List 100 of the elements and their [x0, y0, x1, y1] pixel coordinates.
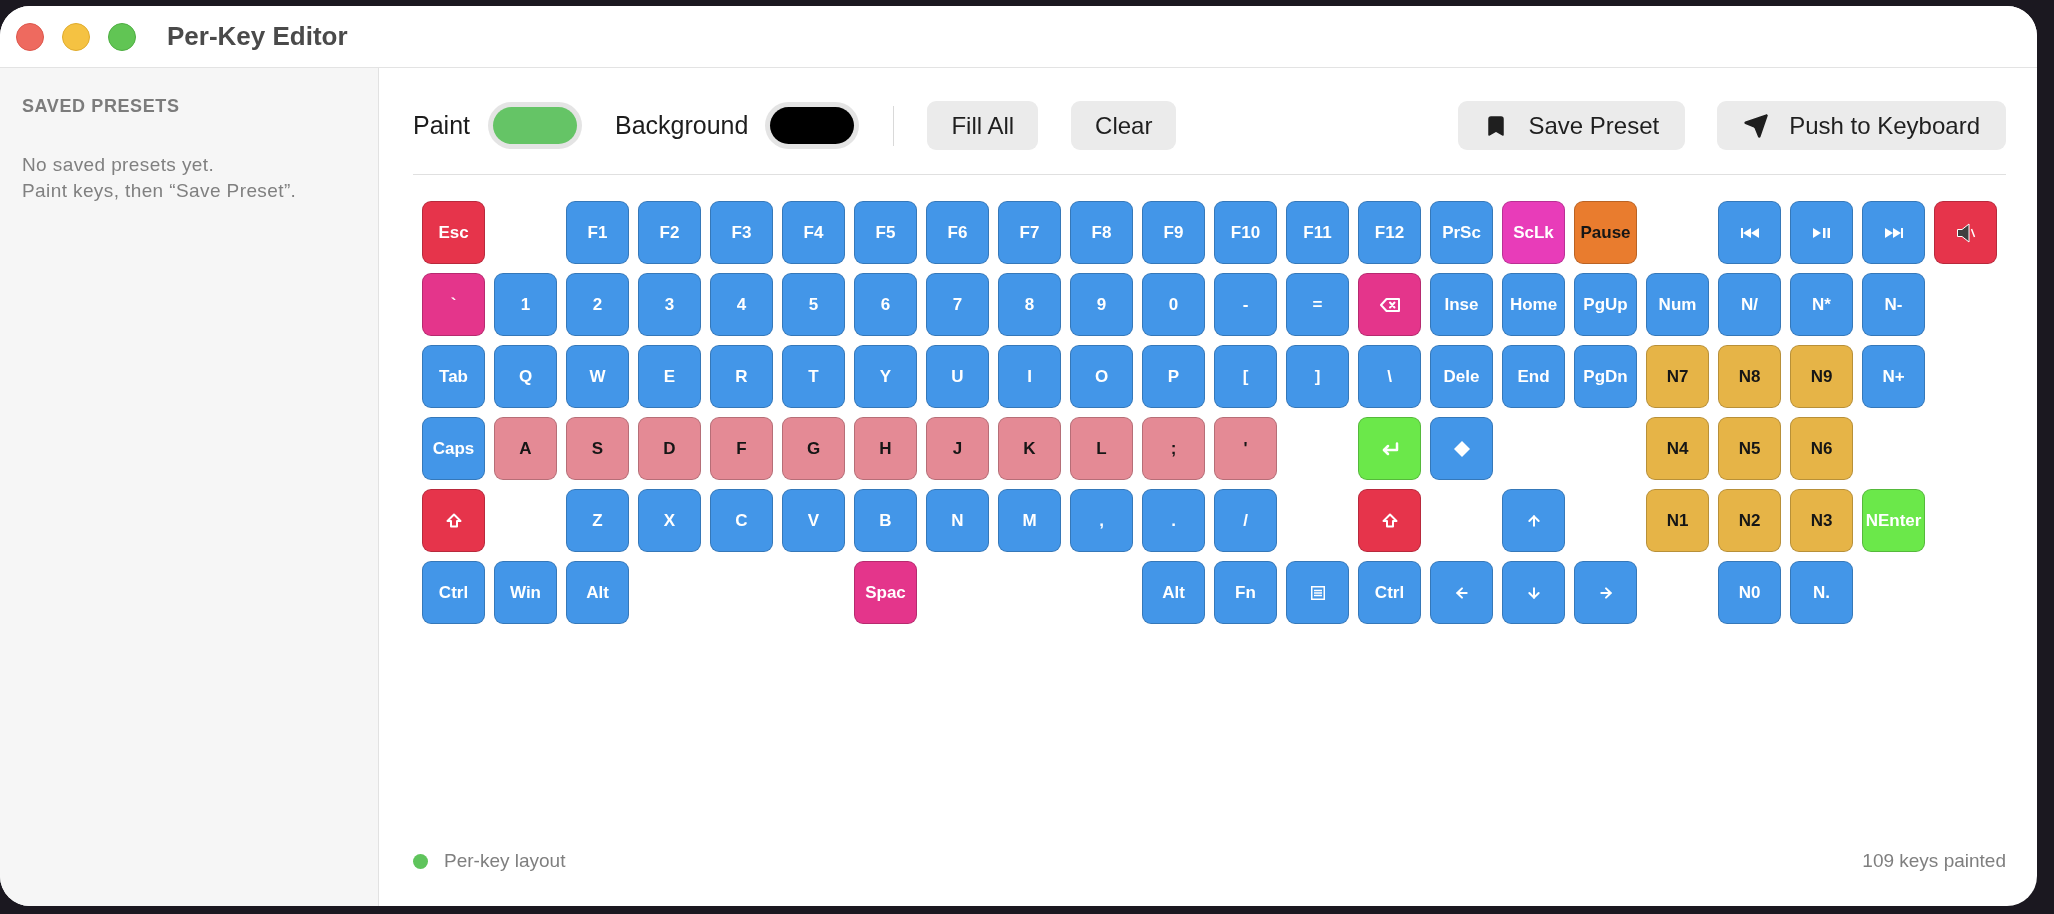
keyboard-key[interactable]: H [854, 417, 917, 480]
keyboard-key[interactable] [1358, 489, 1421, 552]
keyboard-key[interactable]: P [1142, 345, 1205, 408]
keyboard-key[interactable]: N5 [1718, 417, 1781, 480]
keyboard-key[interactable]: Fn [1214, 561, 1277, 624]
keyboard-key[interactable]: N3 [1790, 489, 1853, 552]
keyboard-key[interactable]: Spac [854, 561, 917, 624]
keyboard-key[interactable]: F5 [854, 201, 917, 264]
keyboard-key[interactable]: Win [494, 561, 557, 624]
keyboard-key[interactable]: ` [422, 273, 485, 336]
keyboard-key[interactable] [1358, 273, 1421, 336]
keyboard-key[interactable]: N6 [1790, 417, 1853, 480]
keyboard-key[interactable]: N2 [1718, 489, 1781, 552]
keyboard-key[interactable]: T [782, 345, 845, 408]
keyboard-key[interactable]: N/ [1718, 273, 1781, 336]
keyboard-key[interactable]: F6 [926, 201, 989, 264]
keyboard-key[interactable]: F2 [638, 201, 701, 264]
keyboard-key[interactable]: X [638, 489, 701, 552]
keyboard-key[interactable]: C [710, 489, 773, 552]
keyboard-key[interactable]: U [926, 345, 989, 408]
keyboard-key[interactable] [1718, 201, 1781, 264]
toolbar-button[interactable]: Fill All [927, 101, 1039, 150]
keyboard-key[interactable]: Num [1646, 273, 1709, 336]
keyboard-key[interactable] [1502, 561, 1565, 624]
keyboard-key[interactable]: M [998, 489, 1061, 552]
keyboard-key[interactable]: Inse [1430, 273, 1493, 336]
keyboard-key[interactable]: F11 [1286, 201, 1349, 264]
keyboard-key[interactable]: N+ [1862, 345, 1925, 408]
keyboard-key[interactable]: 5 [782, 273, 845, 336]
keyboard-key[interactable]: F7 [998, 201, 1061, 264]
keyboard-key[interactable]: A [494, 417, 557, 480]
keyboard-key[interactable]: F10 [1214, 201, 1277, 264]
keyboard-key[interactable]: F8 [1070, 201, 1133, 264]
keyboard-key[interactable]: ' [1214, 417, 1277, 480]
keyboard-key[interactable]: Home [1502, 273, 1565, 336]
keyboard-key[interactable]: G [782, 417, 845, 480]
keyboard-key[interactable]: ; [1142, 417, 1205, 480]
keyboard-key[interactable]: O [1070, 345, 1133, 408]
keyboard-key[interactable] [1286, 561, 1349, 624]
keyboard-key[interactable]: N* [1790, 273, 1853, 336]
keyboard-key[interactable]: = [1286, 273, 1349, 336]
keyboard-key[interactable]: 0 [1142, 273, 1205, 336]
keyboard-key[interactable]: N- [1862, 273, 1925, 336]
keyboard-key[interactable]: Dele [1430, 345, 1493, 408]
keyboard-key[interactable]: ] [1286, 345, 1349, 408]
keyboard-key[interactable]: 3 [638, 273, 701, 336]
keyboard-key[interactable]: I [998, 345, 1061, 408]
keyboard-key[interactable]: F [710, 417, 773, 480]
keyboard-key[interactable]: F1 [566, 201, 629, 264]
keyboard-key[interactable] [1934, 201, 1997, 264]
keyboard-key[interactable]: N8 [1718, 345, 1781, 408]
keyboard-key[interactable] [1502, 489, 1565, 552]
keyboard-key[interactable]: , [1070, 489, 1133, 552]
keyboard-key[interactable] [1862, 201, 1925, 264]
keyboard-key[interactable]: \ [1358, 345, 1421, 408]
keyboard-key[interactable]: Ctrl [422, 561, 485, 624]
toolbar-button[interactable]: Clear [1071, 101, 1177, 150]
keyboard-key[interactable] [422, 489, 485, 552]
keyboard-key[interactable]: Y [854, 345, 917, 408]
keyboard-key[interactable]: Alt [566, 561, 629, 624]
zoom-button[interactable] [108, 22, 136, 51]
keyboard-key[interactable]: N. [1790, 561, 1853, 624]
toolbar-button[interactable]: Push to Keyboard [1717, 101, 2006, 150]
keyboard-key[interactable]: 9 [1070, 273, 1133, 336]
keyboard-key[interactable]: Q [494, 345, 557, 408]
keyboard-key[interactable]: E [638, 345, 701, 408]
keyboard-key[interactable]: D [638, 417, 701, 480]
keyboard-key[interactable]: Esc [422, 201, 485, 264]
keyboard-key[interactable]: PrSc [1430, 201, 1493, 264]
keyboard-key[interactable]: NEnter [1862, 489, 1925, 552]
keyboard-key[interactable]: 7 [926, 273, 989, 336]
keyboard-key[interactable]: N4 [1646, 417, 1709, 480]
keyboard-key[interactable]: 6 [854, 273, 917, 336]
keyboard-key[interactable]: L [1070, 417, 1133, 480]
keyboard-key[interactable] [1574, 561, 1637, 624]
keyboard-key[interactable]: - [1214, 273, 1277, 336]
keyboard-key[interactable]: N [926, 489, 989, 552]
keyboard-key[interactable]: [ [1214, 345, 1277, 408]
keyboard-key[interactable]: Tab [422, 345, 485, 408]
keyboard-key[interactable]: Pause [1574, 201, 1637, 264]
keyboard-key[interactable]: ScLk [1502, 201, 1565, 264]
keyboard-key[interactable]: 8 [998, 273, 1061, 336]
keyboard-key[interactable]: Caps [422, 417, 485, 480]
keyboard-key[interactable]: J [926, 417, 989, 480]
keyboard-key[interactable]: . [1142, 489, 1205, 552]
keyboard-key[interactable]: B [854, 489, 917, 552]
keyboard-key[interactable]: K [998, 417, 1061, 480]
keyboard-key[interactable]: PgUp [1574, 273, 1637, 336]
keyboard-key[interactable]: N7 [1646, 345, 1709, 408]
keyboard-key[interactable]: F3 [710, 201, 773, 264]
keyboard-key[interactable]: F12 [1358, 201, 1421, 264]
keyboard-key[interactable] [1430, 417, 1493, 480]
keyboard-key[interactable]: V [782, 489, 845, 552]
keyboard-key[interactable] [1790, 201, 1853, 264]
keyboard-key[interactable]: W [566, 345, 629, 408]
keyboard-key[interactable]: N0 [1718, 561, 1781, 624]
keyboard-key[interactable]: F9 [1142, 201, 1205, 264]
keyboard-key[interactable]: N9 [1790, 345, 1853, 408]
keyboard-key[interactable]: 4 [710, 273, 773, 336]
keyboard-key[interactable]: S [566, 417, 629, 480]
